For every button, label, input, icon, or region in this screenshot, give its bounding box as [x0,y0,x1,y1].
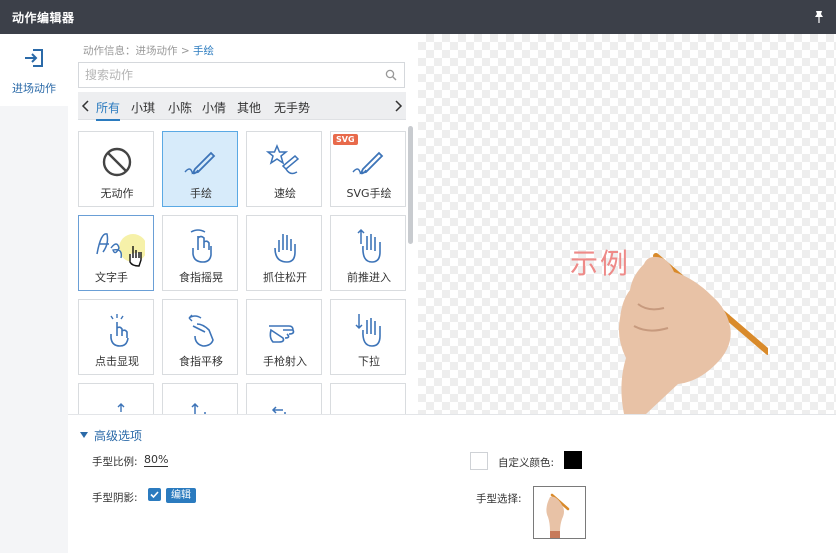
action-card-tap-reveal[interactable]: 点击显现 [78,299,154,375]
hand-select-label: 手型选择: [476,493,522,505]
enter-icon [25,49,43,67]
drawing-hand-image [618,253,768,414]
advanced-options-toggle[interactable]: 高级选项 [80,427,142,444]
action-grid-scrollbar[interactable] [408,126,413,244]
action-card-svg-draw[interactable]: SVG SVG手绘 [330,131,406,207]
advanced-options-title: 高级选项 [94,429,143,443]
title-bar: 动作编辑器 [0,0,836,34]
breadcrumb-root: 动作信息：进场动作 > [83,45,193,57]
two-hands-icon [349,394,389,414]
tab-all[interactable]: 所有 [96,99,121,121]
action-card-quick-draw[interactable]: 速绘 [246,131,322,207]
hand-up-icon [191,402,206,414]
action-label: 文字手 [95,271,128,284]
tap-reveal-icon [110,314,129,347]
nav-item-label: 进场动作 [12,82,56,95]
advanced-options: 高级选项 手型比例: 80% 手型阴影: 编辑 自定义颜色: 手型选择: [68,414,836,553]
action-card-finger-shake[interactable]: 食指摇晃 [162,215,238,291]
search-box [78,62,405,88]
tab-xiaoqi[interactable]: 小琪 [131,99,155,116]
action-label: 食指摇晃 [179,271,223,284]
custom-color-label: 自定义颜色: [498,457,555,469]
text-hand-icon [96,233,145,267]
left-nav: 进场动作 [0,34,68,553]
action-card-hand-draw[interactable]: 手绘 [162,131,238,207]
finger-shake-icon [190,229,212,263]
category-tabs: 所有 小琪 小陈 小倩 其他 无手势 [78,92,406,121]
search-input[interactable] [85,66,375,84]
preview-canvas: 示例 [418,34,836,414]
finger-gun-icon [269,325,295,343]
breadcrumb: 动作信息：进场动作 > 手绘 [83,43,214,58]
action-card-no-action[interactable]: 无动作 [78,131,154,207]
no-action-icon [102,147,132,177]
action-label: 前推进入 [347,271,391,284]
svg-pen-icon [352,151,384,175]
action-card-push-in[interactable]: 前推进入 [330,215,406,291]
pen-draw-icon [184,151,216,175]
action-card-grab-release[interactable]: 抓住松开 [246,215,322,291]
hand-ratio-value[interactable]: 80% [144,453,169,467]
action-label: 速绘 [274,187,296,200]
action-card-partial[interactable] [330,383,406,414]
breadcrumb-current[interactable]: 手绘 [193,45,214,57]
action-card-finger-gun[interactable]: 手枪射入 [246,299,322,375]
action-label: 手枪射入 [263,355,307,368]
edit-shadow-button[interactable]: 编辑 [166,488,196,503]
custom-color-swatch[interactable] [564,451,582,469]
tab-no-gesture[interactable]: 无手势 [274,99,310,116]
action-label: 手绘 [190,187,212,200]
caret-down-icon [80,432,88,438]
hand-left-icon [271,406,290,414]
pin-icon[interactable] [810,8,828,26]
action-label: SVG手绘 [346,187,392,200]
action-card-partial[interactable] [162,383,238,414]
push-in-icon [357,228,381,263]
grab-release-icon [274,234,296,263]
hand-select-thumbnail[interactable] [533,486,586,539]
tab-other[interactable]: 其他 [237,99,261,116]
action-grid: 无动作 手绘 速绘 SVG SVG手绘 文字手 食指摇晃 抓住松开 前推进入 点… [78,131,406,414]
pull-down-icon [355,314,381,347]
tab-xiaoqian[interactable]: 小倩 [202,99,226,116]
action-label: 下拉 [358,355,380,368]
action-card-partial[interactable] [246,383,322,414]
custom-color-checkbox[interactable] [470,452,488,470]
hand-thumbnail-icon [546,493,570,538]
action-card-finger-pan[interactable]: 食指平移 [162,299,238,375]
action-panel: 动作信息：进场动作 > 手绘 所有 小琪 小陈 小倩 其他 无手势 无动作 [68,34,418,414]
hand-ratio-label: 手型比例: [92,456,138,468]
finger-pan-icon [188,314,214,347]
action-label: 点击显现 [95,355,139,368]
window-title: 动作编辑器 [12,11,75,25]
action-label: 无动作 [100,187,134,200]
action-label: 食指平移 [179,355,223,368]
action-card-text-hand[interactable]: 文字手 [78,215,154,291]
quick-draw-icon [265,144,300,175]
chevron-right-icon[interactable] [392,97,404,115]
action-card-pull-down[interactable]: 下拉 [330,299,406,375]
nav-item-enter-action[interactable]: 进场动作 [0,34,68,106]
search-icon[interactable] [385,69,397,81]
hand-shadow-label: 手型阴影: [92,492,138,504]
chevron-left-icon[interactable] [80,97,92,115]
action-card-partial[interactable] [78,383,154,414]
tab-xiaochen[interactable]: 小陈 [168,99,192,116]
hand-shadow-checkbox[interactable] [148,488,161,501]
action-label: 抓住松开 [263,271,307,284]
hands-icon [117,403,125,412]
